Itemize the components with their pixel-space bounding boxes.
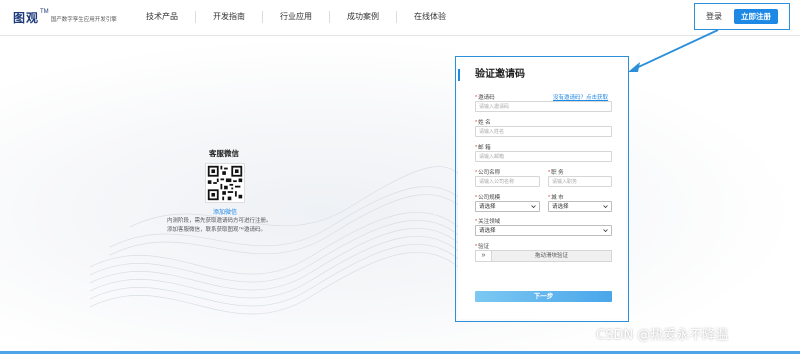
slider-captcha: » 拖动滑块验证 [475,250,612,262]
company-size-value: 请选择 [479,204,496,210]
email-label: *邮 箱 [475,145,491,151]
position-label: *职 务 [548,170,564,176]
invite-code-form: 验证邀请码 *邀请码 没有邀请码？点击获取 请输入邀请码 *姓 名 请输入姓名 … [458,59,626,319]
chevron-down-icon [603,229,608,233]
focus-area-label: *关注领域 [475,219,501,225]
slider-handle[interactable]: » [476,251,492,261]
login-link[interactable]: 登录 [706,11,722,22]
email-input[interactable]: 请输入邮箱 [475,151,612,162]
nav-item-online-demo[interactable]: 在线体验 [397,11,463,23]
customer-service-panel: 客服微信 添加微信 内测阶段，需先获取邀请码方可进行注册。 添加客服微信，联系获… [160,148,290,235]
position-input[interactable]: 请输入职务 [548,176,612,187]
csdn-watermark: CSDN @热爱永不降温 [596,328,729,343]
qr-title: 客服微信 [209,149,239,158]
slider-hint: 拖动滑块验证 [534,253,568,259]
nav-item-products[interactable]: 技术产品 [138,11,196,23]
company-size-select[interactable]: 请选择 [475,201,540,212]
invite-code-label: *邀请码 [475,95,495,101]
qr-description: 内测阶段，需先获取邀请码方可进行注册。 添加客服微信，联系获取图观™邀请码。 [160,217,290,235]
get-invite-code-link[interactable]: 没有邀请码？点击获取 [553,93,608,101]
focus-area-select[interactable]: 请选择 [475,225,612,236]
company-size-label: *公司规模 [475,195,501,201]
logo[interactable]: 图观 TM 国产数字孪生应用开发引擎 [13,9,117,27]
name-label: *姓 名 [475,120,491,126]
logo-trademark: TM [40,9,49,15]
qr-code-image [205,163,245,203]
form-title: 验证邀请码 [458,69,525,81]
company-input[interactable]: 请输入公司名称 [475,176,540,187]
chevron-down-icon [603,205,608,209]
name-input[interactable]: 请输入姓名 [475,126,612,137]
nav-item-industry[interactable]: 行业应用 [263,11,330,23]
invite-code-input[interactable]: 请输入邀请码 [475,101,612,112]
nav-item-cases[interactable]: 成功案例 [330,11,397,23]
auth-highlight-box: 登录 立即注册 [694,3,790,30]
qr-desc-line-2: 添加客服微信，联系获取图观™邀请码。 [167,227,267,233]
qr-caption: 添加微信 [212,210,237,216]
register-button[interactable]: 立即注册 [734,9,778,24]
logo-subtitle: 国产数字孪生应用开发引擎 [50,17,117,23]
page-background [0,37,800,354]
city-label: *城 市 [548,195,564,201]
main-nav: 技术产品 开发指南 行业应用 成功案例 在线体验 [138,11,463,23]
focus-area-value: 请选择 [479,228,496,234]
nav-item-dev-guide[interactable]: 开发指南 [196,11,263,23]
company-label: *公司名称 [475,170,501,176]
logo-text: 图观 [13,11,40,25]
city-select[interactable]: 请选择 [548,201,612,212]
chevron-down-icon [531,205,536,209]
city-value: 请选择 [552,204,569,210]
qr-desc-line-1: 内测阶段，需先获取邀请码方可进行注册。 [167,218,272,224]
annotation-arrow [628,29,719,72]
next-step-button[interactable]: 下一步 [475,291,612,302]
verify-label: *验证 [475,244,490,250]
